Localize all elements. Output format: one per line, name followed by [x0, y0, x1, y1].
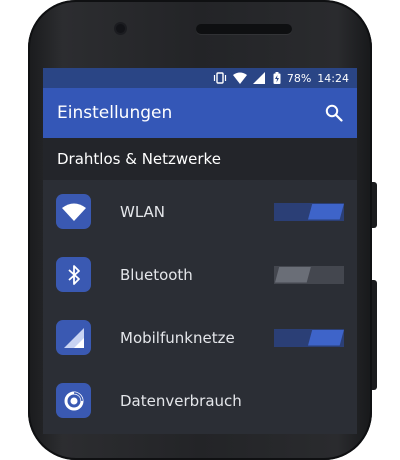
- data-usage-icon: [56, 383, 91, 418]
- section-title: Drahtlos & Netzwerke: [57, 150, 221, 168]
- setting-label: Bluetooth: [120, 265, 193, 284]
- bluetooth-toggle[interactable]: [274, 265, 344, 284]
- earpiece-speaker: [196, 24, 292, 34]
- mobile-networks-toggle[interactable]: [274, 328, 344, 347]
- volume-button: [372, 280, 377, 390]
- vibrate-icon: [213, 72, 227, 84]
- power-button: [372, 182, 377, 228]
- screen: 78% 14:24 Einstellungen Drahtlos & Netzw…: [43, 68, 357, 434]
- battery-percentage: 78%: [286, 71, 312, 85]
- setting-label: WLAN: [120, 202, 166, 221]
- wifi-icon: [56, 194, 91, 229]
- battery-charging-icon: [273, 72, 281, 84]
- toggle-knob: [308, 329, 344, 346]
- toggle-knob: [308, 203, 344, 220]
- cellular-icon: [56, 320, 91, 355]
- setting-row-wlan[interactable]: WLAN: [43, 180, 357, 243]
- setting-row-mobile-networks[interactable]: Mobilfunknetze: [43, 306, 357, 369]
- status-bar: 78% 14:24: [43, 68, 357, 88]
- setting-label: Mobilfunknetze: [120, 328, 235, 347]
- app-bar: Einstellungen: [43, 88, 357, 138]
- front-camera: [116, 24, 125, 33]
- wifi-icon: [232, 72, 247, 84]
- wlan-toggle[interactable]: [274, 202, 344, 221]
- setting-label: Datenverbrauch: [120, 391, 242, 410]
- search-icon[interactable]: [325, 104, 343, 122]
- bluetooth-icon: [56, 257, 91, 292]
- setting-row-bluetooth[interactable]: Bluetooth: [43, 243, 357, 306]
- toggle-knob: [275, 266, 311, 283]
- signal-icon: [252, 72, 267, 84]
- section-header: Drahtlos & Netzwerke: [43, 138, 357, 180]
- page-title: Einstellungen: [57, 103, 173, 123]
- setting-row-data-usage[interactable]: Datenverbrauch: [43, 369, 357, 432]
- clock: 14:24: [317, 71, 349, 85]
